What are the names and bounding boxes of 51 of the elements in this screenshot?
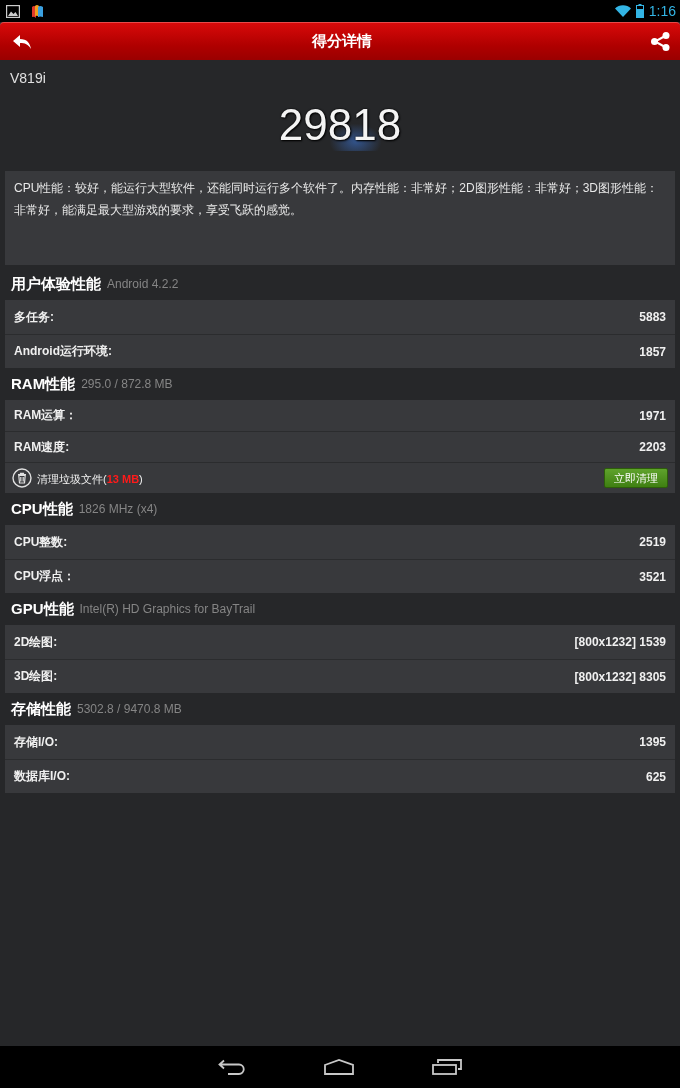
row-value: 5883 bbox=[639, 310, 666, 324]
row-label: 3D绘图: bbox=[14, 668, 58, 685]
row-label: 存储I/O: bbox=[14, 733, 58, 751]
section-title: CPU性能 bbox=[11, 499, 73, 519]
section-title: RAM性能 bbox=[11, 374, 76, 394]
back-button[interactable] bbox=[12, 33, 32, 50]
home-icon bbox=[324, 1059, 354, 1075]
row-label: RAM速度: bbox=[14, 438, 70, 456]
recents-button[interactable] bbox=[432, 1059, 462, 1075]
share-icon bbox=[651, 32, 670, 51]
row-value: [800x1232] 1539 bbox=[574, 635, 666, 649]
row-label: 2D绘图: bbox=[14, 633, 58, 651]
page-title: 得分详情 bbox=[311, 32, 372, 51]
row-label: Android运行环境: bbox=[14, 343, 112, 360]
recents-icon bbox=[432, 1059, 462, 1075]
back-icon bbox=[218, 1059, 246, 1075]
back-nav-button[interactable] bbox=[218, 1059, 246, 1075]
trash-icon bbox=[12, 468, 32, 488]
row-label: CPU整数: bbox=[14, 533, 68, 551]
summary-text: CPU性能：较好，能运行大型软件，还能同时运行多个软件了。内存性能：非常好；2D图形性能：非常好；3D图形性能：非常好，能满足最大型游戏的要求，享受飞跃的感觉。 bbox=[5, 171, 675, 265]
wifi-icon bbox=[614, 5, 631, 17]
section-subtitle: Intel(R) HD Graphics for BayTrail bbox=[79, 602, 256, 616]
section-title: 存储性能 bbox=[11, 699, 71, 719]
section-title: 用户体验性能 bbox=[11, 274, 101, 294]
cleanup-label: 清理垃圾文件(13 MB) bbox=[37, 472, 143, 487]
section-subtitle: 5302.8 / 9470.8 MB bbox=[77, 702, 182, 716]
row-label: CPU浮点： bbox=[14, 568, 76, 585]
picture-icon bbox=[6, 4, 20, 18]
section-subtitle: 295.0 / 872.8 MB bbox=[81, 377, 173, 391]
back-arrow-icon bbox=[12, 33, 32, 50]
row-value: 2203 bbox=[639, 440, 666, 454]
section-subtitle: 1826 MHz (x4) bbox=[78, 502, 158, 516]
battery-icon bbox=[635, 4, 644, 18]
row-label: RAM运算： bbox=[14, 407, 78, 424]
row-value: 625 bbox=[645, 769, 666, 784]
app-logo-icon bbox=[31, 3, 44, 19]
section-subtitle: Android 4.2.2 bbox=[107, 277, 179, 291]
row-value: 1971 bbox=[639, 408, 666, 423]
row-value: 3521 bbox=[639, 569, 666, 584]
clean-now-button[interactable]: 立即清理 bbox=[604, 468, 668, 488]
home-button[interactable] bbox=[324, 1059, 354, 1075]
row-value: [800x1232] 8305 bbox=[574, 669, 666, 684]
share-button[interactable] bbox=[651, 32, 670, 51]
row-value: 2519 bbox=[639, 535, 666, 549]
row-value: 1857 bbox=[639, 344, 666, 359]
status-time: 1:16 bbox=[648, 2, 676, 21]
row-label: 数据库I/O: bbox=[14, 768, 70, 785]
row-label: 多任务: bbox=[14, 308, 54, 326]
device-name: V819i bbox=[10, 69, 47, 87]
row-value: 1395 bbox=[639, 735, 666, 749]
section-title: GPU性能 bbox=[11, 599, 74, 619]
